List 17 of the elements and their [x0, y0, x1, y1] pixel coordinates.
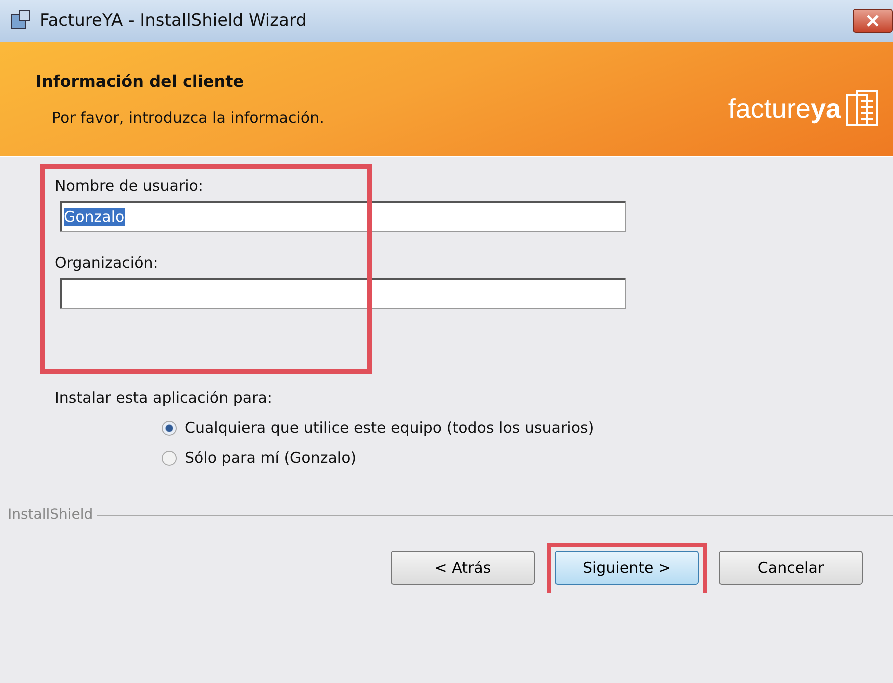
close-icon: [866, 15, 880, 27]
wizard-button[interactable]: Cancelar: [719, 551, 863, 585]
logo-text: factureya: [728, 94, 841, 124]
wizard-button[interactable]: Siguiente >: [555, 551, 699, 585]
close-button[interactable]: [853, 9, 893, 33]
install-label: Instalar esta aplicación para:: [55, 389, 274, 407]
radio-option[interactable]: Sólo para mí (Gonzalo): [162, 449, 893, 467]
radio-option[interactable]: Cualquiera que utilice este equipo (todos los usuarios): [162, 419, 893, 437]
field-label: Nombre de usuario:: [55, 177, 204, 195]
input-field[interactable]: [60, 278, 626, 309]
input-field[interactable]: Gonzalo: [60, 201, 626, 232]
page-subtitle: Por favor, introduzca la información.: [51, 108, 324, 126]
window-title: FactureYA - InstallShield Wizard: [40, 11, 307, 31]
page-title: Información del cliente: [36, 72, 246, 90]
brand-label: InstallShield: [7, 507, 94, 523]
field-label: Organización:: [55, 254, 160, 272]
wizard-button[interactable]: < Atrás: [391, 551, 535, 585]
